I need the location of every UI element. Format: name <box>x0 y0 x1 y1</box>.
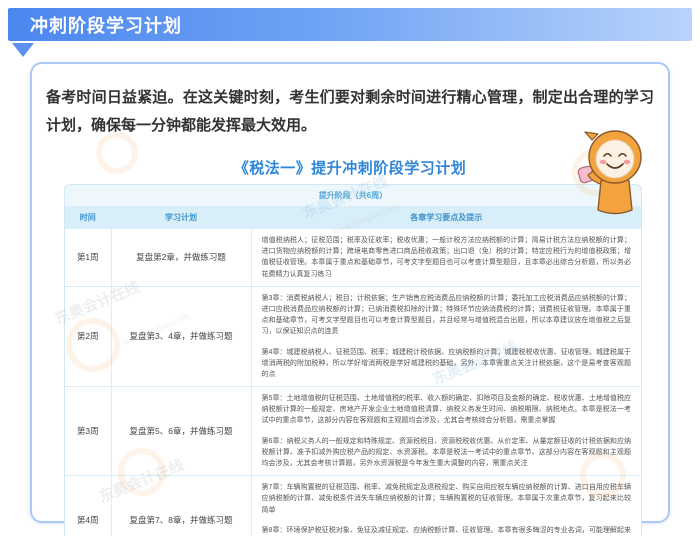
content-card: 备考时间日益紧迫。在这关键时刻，考生们要对剩余时间进行精心管理，制定出合理的学习… <box>30 62 670 523</box>
page-title-bar: 冲刺阶段学习计划 <box>8 8 692 41</box>
plan-label: 复盘第2章，并做练习题 <box>111 229 251 287</box>
points-paragraph: 增值税纳税人；征税范围；税率及征收率；税收优惠；一般计税方法应纳税额的计算；简易… <box>262 235 632 280</box>
points-cell: 第5章：土地增值税的征税范围、土地增值税的税率、收入额的确定、扣除项目及金额的确… <box>251 387 641 476</box>
mascot-icon <box>577 127 647 219</box>
points-paragraph: 第5章：土地增值税的征税范围、土地增值税的税率、收入额的确定、扣除项目及金额的确… <box>262 393 632 427</box>
points-paragraph: 第6章：纳税义务人的一般规定和特殊规定、资源税税目、资源税税收优惠、从价定率、从… <box>262 436 632 470</box>
plan-label: 复盘第3、4章，并做练习题 <box>111 286 251 386</box>
points-cell: 第3章：消费税纳税人；税目；计税依据；生产销售应税消费品应纳税额的计算；委托加工… <box>251 286 641 386</box>
table-row-week4: 第4周 复盘第7、8章，并做练习题 第7章：车辆购置税的征税范围、税率、减免税规… <box>65 476 641 536</box>
points-paragraph: 第7章：车辆购置税的征税范围、税率、减免税规定及退税规定、购买自用应税车辆应纳税… <box>262 482 632 516</box>
table-row-week2: 第2周 复盘第3、4章，并做练习题 第3章：消费税纳税人；税目；计税依据；生产销… <box>65 286 641 386</box>
table-row-week1: 第1周 复盘第2章，并做练习题 增值税纳税人；征税范围；税率及征收率；税收优惠；… <box>65 229 641 287</box>
page-title: 冲刺阶段学习计划 <box>30 12 182 38</box>
study-plan-table-wrap: 提升阶段（共6周） 时间 学习计划 各章学习要点及提示 第1周 复盘第2章，并做… <box>64 184 642 536</box>
table-row-week3: 第3周 复盘第5、6章，并做练习题 第5章：土地增值税的征税范围、土地增值税的税… <box>65 387 641 476</box>
points-paragraph: 第3章：消费税纳税人；税目；计税依据；生产销售应税消费品应纳税额的计算；委托加工… <box>262 293 632 338</box>
triangle-down-icon <box>12 43 34 57</box>
points-cell: 第7章：车辆购置税的征税范围、税率、减免税规定及退税规定、购买自用应税车辆应纳税… <box>251 476 641 536</box>
col-header-plan: 学习计划 <box>111 207 251 229</box>
week-label: 第4周 <box>65 476 111 536</box>
intro-text: 备考时间日益紧迫。在这关键时刻，考生们要对剩余时间进行精心管理，制定出合理的学习… <box>46 84 654 140</box>
points-paragraph: 第8章：环境保护税征税对象、免征及减征规定、应纳税额计算、征收管理。本章有很多晦… <box>262 525 632 536</box>
stage-header-row: 提升阶段（共6周） <box>65 185 641 207</box>
points-paragraph: 第4章：城建税纳税人、征税范围、税率；城建税计税依据、应纳税额的计算；城建税税收… <box>262 347 632 381</box>
plan-label: 复盘第5、6章，并做练习题 <box>111 387 251 476</box>
week-label: 第1周 <box>65 229 111 287</box>
col-header-time: 时间 <box>65 207 111 229</box>
week-label: 第3周 <box>65 387 111 476</box>
points-cell: 增值税纳税人；征税范围；税率及征收率；税收优惠；一般计税方法应纳税额的计算；简易… <box>251 229 641 287</box>
stage-header: 提升阶段（共6周） <box>65 185 641 207</box>
week-label: 第2周 <box>65 286 111 386</box>
study-plan-table: 提升阶段（共6周） 时间 学习计划 各章学习要点及提示 第1周 复盘第2章，并做… <box>65 185 641 536</box>
table-title: 《税法一》提升冲刺阶段学习计划 <box>32 157 668 178</box>
plan-label: 复盘第7、8章，并做练习题 <box>111 476 251 536</box>
page: 冲刺阶段学习计划 东奥会计在线 东奥会计在线 东奥会计在线 东奥会计在线 www… <box>0 0 700 536</box>
column-header-row: 时间 学习计划 各章学习要点及提示 <box>65 207 641 229</box>
mascot-illustration <box>577 127 647 219</box>
